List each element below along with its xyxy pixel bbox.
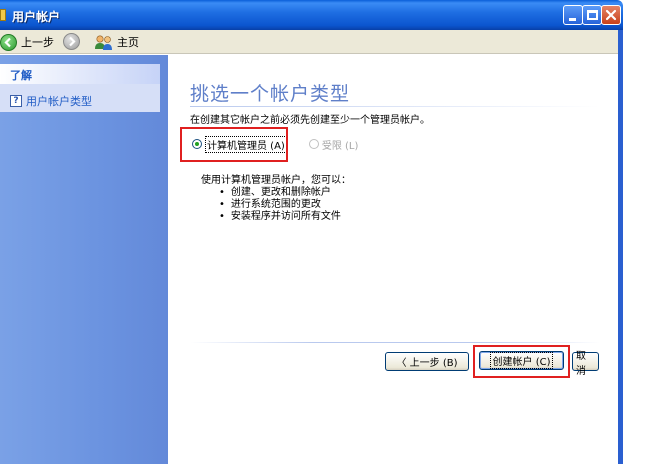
description-list: 创建、更改和删除帐户 进行系统范围的更改 安装程序并访问所有文件 <box>219 187 351 223</box>
window-title: 用户帐户 <box>12 10 61 24</box>
back-step-button[interactable]: 〈 上一步 (B) <box>385 352 469 371</box>
cancel-button[interactable]: 取消 <box>572 351 599 377</box>
maximize-button[interactable] <box>582 5 602 25</box>
minimize-button[interactable] <box>563 5 583 25</box>
learn-about-header: 了解 <box>0 64 160 84</box>
back-button[interactable]: 上一步 <box>0 33 54 51</box>
maximize-icon <box>587 10 598 20</box>
admin-description: 使用计算机管理员帐户，您可以： 创建、更改和删除帐户 进行系统范围的更改 安装程… <box>201 175 351 223</box>
task-pane: 了解 ? 用户帐户类型 <box>0 55 168 464</box>
back-label: 上一步 <box>21 36 54 49</box>
title-bar: 用户帐户 <box>0 0 623 30</box>
title-divider <box>190 106 600 107</box>
home-label: 主页 <box>117 36 139 49</box>
cancel-label: 取消 <box>576 350 586 377</box>
home-button[interactable]: 主页 <box>94 33 139 51</box>
bottom-divider <box>190 342 600 343</box>
minimize-icon <box>569 18 576 21</box>
close-icon <box>605 9 617 21</box>
users-icon <box>94 34 114 51</box>
task-link-label: 用户帐户类型 <box>26 95 92 108</box>
back-arrow-icon <box>0 33 17 51</box>
task-link-account-types[interactable]: ? 用户帐户类型 <box>0 84 160 112</box>
help-icon: ? <box>10 95 22 107</box>
list-item: 创建、更改和删除帐户 <box>219 187 351 199</box>
navigation-toolbar: 上一步 主页 <box>0 30 623 54</box>
forward-arrow-icon <box>63 33 80 50</box>
learn-about-box: 了解 ? 用户帐户类型 <box>0 64 160 112</box>
admin-option-highlight <box>180 127 288 162</box>
main-panel: 挑选一个帐户类型 在创建其它帐户之前必须先创建至少一个管理员帐户。 计算机管理员… <box>168 55 618 464</box>
back-step-label: 〈 上一步 (B) <box>396 358 458 369</box>
limited-radio-label: 受限 (L) <box>321 140 359 152</box>
list-item: 进行系统范围的更改 <box>219 199 351 211</box>
close-button[interactable] <box>601 5 621 25</box>
description-intro: 使用计算机管理员帐户，您可以： <box>201 175 351 186</box>
forward-button[interactable] <box>63 33 80 53</box>
instruction-text: 在创建其它帐户之前必须先创建至少一个管理员帐户。 <box>190 115 430 126</box>
app-icon <box>0 9 6 21</box>
page-title: 挑选一个帐户类型 <box>190 83 351 105</box>
create-button-highlight <box>473 345 570 378</box>
limited-radio <box>308 139 319 149</box>
list-item: 安装程序并访问所有文件 <box>219 211 351 223</box>
window-right-border <box>618 30 623 464</box>
